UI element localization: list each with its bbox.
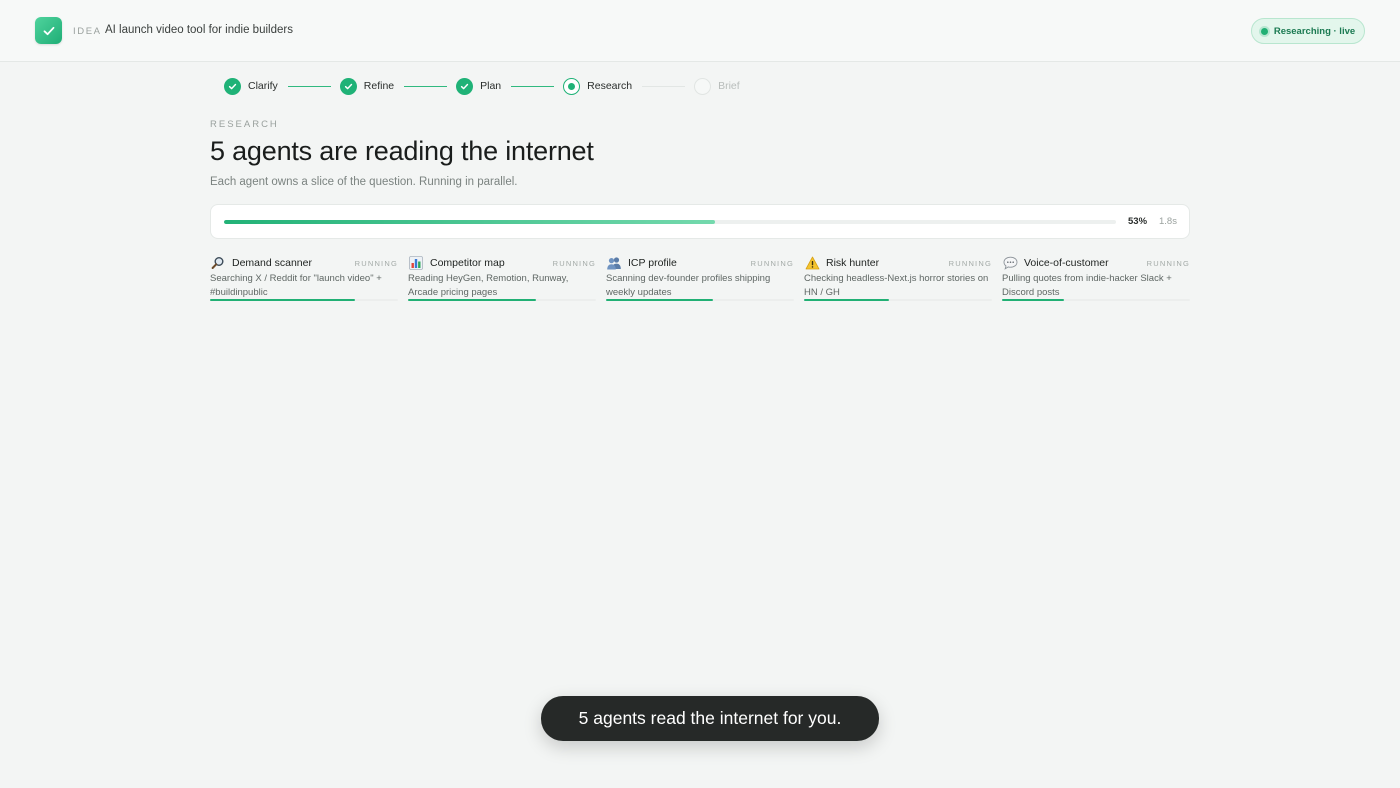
agent-description: Reading HeyGen, Remotion, Runway, Arcade… [408,273,569,298]
app-logo[interactable] [35,17,62,44]
agent-description: Scanning dev-founder profiles shipping w… [606,273,771,298]
overall-progress-track [224,220,1116,224]
status-badge: Researching · live [1251,18,1365,44]
step-label: Clarify [248,80,278,92]
warning-icon [804,256,820,270]
agent-name: ICP profile [628,257,677,269]
agent-risk-hunter[interactable]: Risk hunter RUNNING Checking headless-Ne… [804,256,992,302]
agent-description: Searching X / Reddit for "launch video" … [210,273,382,298]
overall-progress-fill [224,220,715,224]
agent-status: RUNNING [948,258,992,268]
agent-name: Demand scanner [232,257,312,269]
step-connector [287,85,331,87]
step-label: Plan [480,80,502,92]
elapsed-time: 1.8s [1159,216,1177,227]
agent-competitor-map[interactable]: Competitor map RUNNING Reading HeyGen, R… [408,256,596,302]
agent-progress-fill [606,299,714,301]
agent-progress-fill [1002,299,1065,301]
live-dot-icon [1260,27,1268,35]
agent-status: RUNNING [552,258,596,268]
idea-eyebrow: IDEA [73,26,102,37]
step-label: Brief [718,80,740,92]
progress-stepper: Clarify Refine Plan Research Brief [224,77,740,95]
idea-title: AI launch video tool for indie builders [105,24,293,36]
speech-bubble-icon [1002,256,1018,270]
caption-toast: 5 agents read the internet for you. [541,696,879,741]
agent-description: Checking headless-Next.js horror stories… [804,273,989,298]
step-label: Refine [363,80,395,92]
step-label: Research [587,80,633,92]
step-done-check-icon [456,77,474,95]
agent-progress-track [408,299,596,301]
agent-icp-profile[interactable]: ICP profile RUNNING Scanning dev-founder… [606,256,794,302]
step-clarify[interactable]: Clarify [224,77,278,95]
agent-progress-fill [408,299,536,301]
agent-status: RUNNING [1146,258,1190,268]
agent-status: RUNNING [750,258,794,268]
step-done-check-icon [339,77,357,95]
agent-voice-of-customer[interactable]: Voice-of-customer RUNNING Pulling quotes… [1002,256,1190,302]
agent-demand-scanner[interactable]: Demand scanner RUNNING Searching X / Red… [210,256,398,302]
agent-progress-fill [804,299,889,301]
bar-chart-icon [408,256,424,270]
agent-progress-track [606,299,794,301]
step-connector [511,85,555,87]
step-connector [642,85,686,87]
agent-name: Competitor map [430,257,505,269]
top-bar: IDEA AI launch video tool for indie buil… [0,0,1400,62]
agent-progress-track [804,299,992,301]
agent-progress-track [1002,299,1190,301]
step-refine[interactable]: Refine [339,77,395,95]
step-connector [404,85,448,87]
status-badge-label: Researching · live [1273,25,1356,37]
step-done-check-icon [224,77,241,95]
step-research[interactable]: Research [563,77,633,95]
checkmark-icon [43,26,54,35]
magnifier-icon [210,256,226,270]
agent-name: Voice-of-customer [1024,257,1109,269]
overall-progress-card: 53% 1.8s [210,204,1190,239]
agent-progress-track [210,299,398,301]
agent-status: RUNNING [354,258,398,268]
agent-list: Demand scanner RUNNING Searching X / Red… [210,256,1190,302]
people-icon [606,256,622,270]
progress-percent: 53% [1128,216,1148,227]
agent-description: Pulling quotes from indie-hacker Slack +… [1002,273,1172,298]
step-brief[interactable]: Brief [694,77,740,95]
page-subtitle: Each agent owns a slice of the question.… [210,176,518,188]
page-title: 5 agents are reading the internet [210,136,594,166]
step-active-dot-icon [563,77,581,95]
step-pending-circle-icon [694,77,712,95]
section-eyebrow: RESEARCH [210,119,279,130]
step-plan[interactable]: Plan [456,77,502,95]
agent-progress-fill [210,299,355,301]
agent-name: Risk hunter [826,257,880,269]
